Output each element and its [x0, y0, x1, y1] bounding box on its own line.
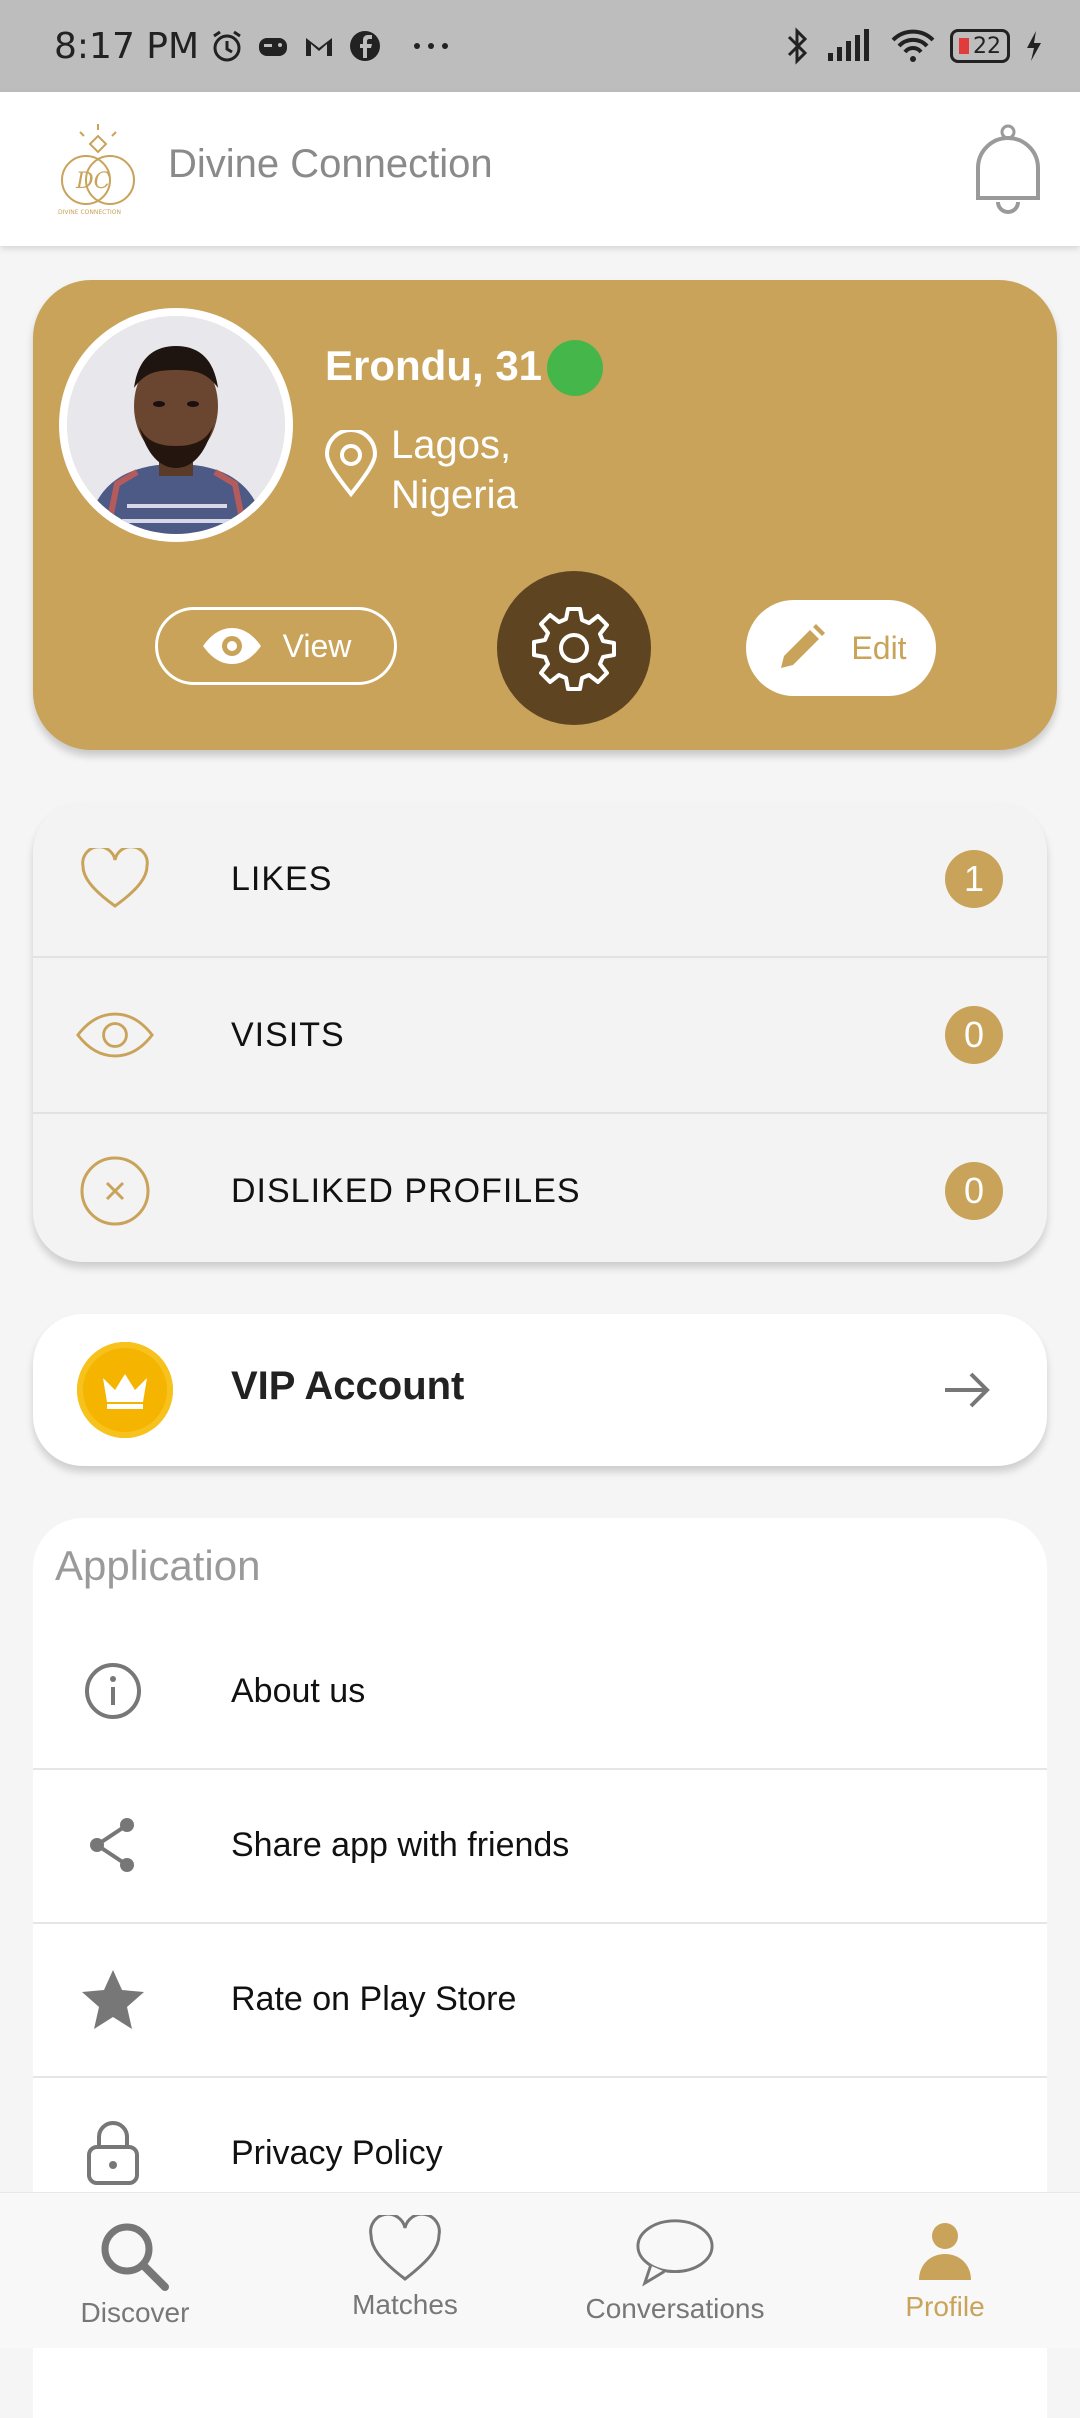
gmail-icon	[301, 28, 337, 64]
location-country: Nigeria	[391, 473, 518, 517]
visits-count-badge: 0	[945, 1006, 1003, 1064]
nav-profile-label: Profile	[905, 2291, 985, 2322]
disliked-profiles-label: DISLIKED PROFILES	[231, 1171, 581, 1210]
gear-icon	[529, 603, 619, 693]
charging-icon	[1024, 29, 1044, 63]
info-icon	[75, 1653, 151, 1729]
profile-name: Erondu, 31	[325, 342, 543, 389]
more-icon	[411, 40, 451, 52]
nav-profile[interactable]: Profile	[865, 2193, 1025, 2348]
nav-matches-label: Matches	[352, 2289, 458, 2320]
search-icon	[95, 2217, 175, 2297]
star-icon	[75, 1961, 151, 2037]
person-icon	[905, 2211, 985, 2291]
likes-label: LIKES	[231, 859, 333, 898]
likes-row[interactable]: LIKES 1	[33, 802, 1047, 958]
online-status-indicator	[547, 340, 603, 396]
crown-icon	[77, 1342, 173, 1438]
facebook-icon	[347, 28, 383, 64]
visits-row[interactable]: VISITS 0	[33, 958, 1047, 1114]
view-profile-button[interactable]: View	[155, 607, 397, 685]
share-icon	[75, 1807, 151, 1883]
eye-icon	[75, 995, 155, 1075]
app-logo: DC DIVINE CONNECTION	[50, 122, 146, 218]
disliked-profiles-row[interactable]: DISLIKED PROFILES 0	[33, 1114, 1047, 1262]
about-us-row[interactable]: About us	[33, 1614, 1047, 1770]
visits-label: VISITS	[231, 1015, 345, 1054]
share-app-row[interactable]: Share app with friends	[33, 1768, 1047, 1924]
logo-caption: DIVINE CONNECTION	[58, 209, 121, 216]
status-bar-left: 8:17 PM	[54, 0, 451, 92]
nav-conversations-label: Conversations	[585, 2293, 765, 2324]
status-bar: 8:17 PM 22	[0, 0, 1080, 92]
application-section-title: Application	[55, 1542, 261, 1589]
app-title: Divine Connection	[168, 142, 493, 186]
nav-discover[interactable]: Discover	[55, 2193, 215, 2348]
share-app-label: Share app with friends	[231, 1825, 570, 1864]
bluetooth-icon	[782, 27, 812, 65]
app-bar: DC DIVINE CONNECTION Divine Connection	[0, 92, 1080, 246]
rate-play-store-label: Rate on Play Store	[231, 1979, 517, 2018]
chat-bubble-icon	[635, 2213, 715, 2293]
edit-profile-button[interactable]: Edit	[746, 600, 936, 696]
avatar-photo	[67, 316, 285, 534]
stats-card: LIKES 1 VISITS 0 DISLIKED PROFILES 0	[33, 802, 1047, 1262]
status-bar-right: 22	[782, 0, 1044, 92]
profile-card: Erondu, 31 Lagos, Nigeria View Edit	[33, 280, 1057, 750]
heart-icon	[75, 839, 155, 919]
edit-label: Edit	[851, 629, 907, 666]
heart-icon	[365, 2209, 445, 2289]
eye-icon	[201, 626, 263, 666]
bell-icon[interactable]	[968, 122, 1048, 218]
avatar[interactable]	[59, 308, 293, 542]
signal-icon	[826, 29, 876, 63]
bottom-navigation: Discover Matches Conversations Profile	[0, 2192, 1080, 2348]
about-us-label: About us	[231, 1671, 366, 1710]
location-pin-icon	[323, 428, 379, 498]
battery-icon: 22	[950, 29, 1010, 63]
likes-count-badge: 1	[945, 850, 1003, 908]
pencil-icon	[775, 622, 827, 674]
privacy-policy-label: Privacy Policy	[231, 2133, 443, 2172]
alarm-icon	[209, 28, 245, 64]
wifi-icon	[890, 28, 936, 64]
lock-icon	[75, 2115, 151, 2191]
nav-conversations[interactable]: Conversations	[580, 2193, 770, 2348]
disliked-count-badge: 0	[945, 1162, 1003, 1220]
rate-play-store-row[interactable]: Rate on Play Store	[33, 1922, 1047, 2078]
profile-location: Lagos, Nigeria	[391, 420, 518, 520]
arrow-right-icon	[937, 1360, 997, 1420]
nav-discover-label: Discover	[80, 2297, 190, 2328]
status-time: 8:17 PM	[54, 25, 200, 67]
logo-text: DC	[75, 169, 111, 194]
nav-matches[interactable]: Matches	[325, 2193, 485, 2348]
vip-account-row[interactable]: VIP Account	[33, 1314, 1047, 1466]
vip-account-label: VIP Account	[231, 1364, 465, 1408]
view-label: View	[282, 627, 352, 664]
close-circle-icon	[75, 1151, 155, 1231]
settings-button[interactable]	[497, 571, 651, 725]
location-city: Lagos,	[391, 423, 512, 467]
gamepad-icon	[255, 28, 291, 64]
battery-level: 22	[973, 33, 1001, 59]
